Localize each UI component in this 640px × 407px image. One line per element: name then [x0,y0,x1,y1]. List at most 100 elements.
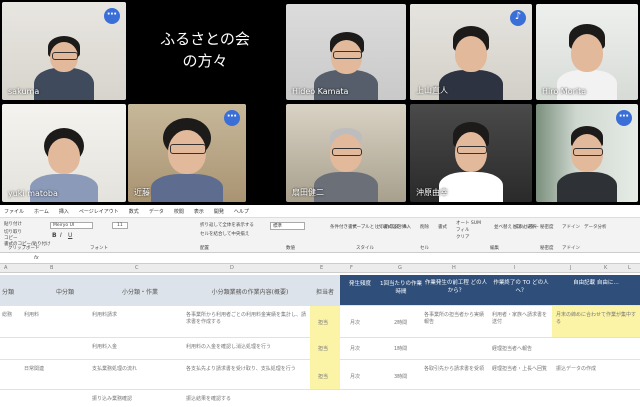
menu-help[interactable]: ヘルプ [234,208,249,215]
menu-view[interactable]: 表示 [194,208,204,215]
header-cell[interactable]: 作業終了の TO どの人へ？ [492,278,550,294]
cell-free[interactable]: 振込データの作成 [556,365,636,372]
menu-insert[interactable]: 挿入 [59,208,69,215]
menu-page-layout[interactable]: ページレイアウト [79,208,119,215]
video-tile-sakuma[interactable]: ⋯ sakuma [2,2,126,100]
menu-review[interactable]: 校閲 [174,208,184,215]
mic-active-icon[interactable]: ♪ [510,10,526,26]
header-cell[interactable]: 小分類・作業 [100,287,180,296]
autosum-button[interactable]: オート SUM [456,220,481,226]
function-icon[interactable]: fx [34,255,39,261]
excel-menu-bar: ファイル ホーム 挿入 ページレイアウト 数式 データ 校閲 表示 開発 ヘルプ [0,205,640,218]
video-tile-ogita[interactable]: 扇田健二 [286,104,406,202]
participant-name: 近藤 [134,188,150,197]
cell-frequency[interactable]: 月次 [350,345,360,352]
column-header[interactable]: A [4,265,7,271]
cell-description[interactable]: 振込結果を確認する [186,395,231,402]
header-cell[interactable]: 分類 [0,287,16,296]
menu-developer[interactable]: 開発 [214,208,224,215]
video-tile-yuki-matoba[interactable]: yuki matoba [2,104,126,202]
cell-before[interactable]: 各取引先から請求書を受領 [424,365,488,372]
video-tile-kamiyama[interactable]: ♪ 上山直人 [410,4,532,100]
column-header[interactable]: D [230,265,234,271]
delete-cells-button[interactable]: 削除 [420,224,429,230]
video-tile-hideo-kamata[interactable]: Hideo Kamata [286,4,406,100]
cell-after[interactable]: 利用者・家族へ請求書を送付 [492,311,550,325]
clear-button[interactable]: クリア [456,234,470,240]
more-options-icon[interactable]: ⋯ [104,8,120,24]
column-header[interactable]: B [50,265,53,271]
cell-description[interactable]: 各事業所から利用者ごとの利用料金実績を集計し、請求書を作成する [186,311,306,325]
more-options-icon[interactable]: ⋯ [224,110,240,126]
header-cell[interactable]: 小分類業務の作業内容(概要) [190,287,310,296]
column-header[interactable]: I [514,265,515,271]
cell-task[interactable]: 支払業務処理の流れ [92,365,137,372]
number-format-select[interactable]: 標準 [270,222,305,230]
cell-task[interactable]: 利用料請求 [92,311,117,318]
cell-time[interactable]: 3時間 [394,373,407,380]
column-header[interactable]: E [320,265,323,271]
menu-file[interactable]: ファイル [4,208,24,215]
cell-subcategory[interactable]: 利用料 [24,311,39,318]
font-size-select[interactable]: 11 [112,222,128,229]
column-header[interactable]: H [452,265,456,271]
cell-description[interactable]: 各支払先より請求書を受け取り、支払処理を行う [186,365,306,372]
column-header[interactable]: C [135,265,139,271]
fill-button[interactable]: フィル [456,227,469,233]
column-header[interactable]: J [570,265,571,271]
menu-formulas[interactable]: 数式 [129,208,139,215]
header-cell[interactable]: 発生頻度 [340,279,380,287]
participant-name: sakuma [8,87,40,96]
column-header[interactable]: F [350,265,353,271]
cell-assignee[interactable]: 担当 [318,345,328,352]
cell-frequency[interactable]: 月次 [350,319,360,326]
cell-after[interactable]: 経理担当者・上長へ回覧 [492,365,550,372]
menu-home[interactable]: ホーム [34,208,49,215]
add-ins-button[interactable]: アドイン [562,224,580,230]
cell-frequency[interactable]: 月次 [350,373,360,380]
cell-task[interactable]: 振り込み業務確認 [92,395,132,402]
cell-assignee[interactable]: 担当 [318,319,328,326]
cell-before[interactable]: 各事業所の担当者から実績報告 [424,311,488,325]
ribbon-group-font: フォント [90,246,108,251]
column-header[interactable]: G [398,265,402,271]
header-cell[interactable]: 担当者 [310,287,340,296]
participant-name: 上山直人 [416,86,448,95]
menu-data[interactable]: データ [149,208,164,215]
cell-after[interactable]: 経理担当者へ報告 [492,345,532,352]
column-header[interactable]: L [628,265,631,271]
formula-bar[interactable]: fx [0,253,640,264]
overlay-title-line-1: ふるさとの会 [160,30,250,48]
cell-task[interactable]: 利用料入金 [92,343,117,350]
header-cell[interactable]: 1回当たりの作業時間 [380,279,422,295]
video-tile-hiro-morita[interactable]: Hiro Morita [536,4,638,100]
video-tile-kondo[interactable]: ⋯ 近藤 [128,104,246,202]
cell-time[interactable]: 2時間 [394,319,407,326]
data-analysis-button[interactable]: データ分析 [584,224,607,230]
bold-button[interactable]: B [52,232,57,239]
more-options-icon[interactable]: ⋯ [616,110,632,126]
header-cell[interactable]: 自由記載 自由に… [556,278,636,286]
video-tile-participant-9[interactable]: ⋯ [536,104,638,202]
header-cell[interactable]: 作業発生の前工程 どの人から？ [424,278,488,294]
wrap-text-button[interactable]: 折り返して全体を表示する [200,222,254,228]
cell-description[interactable]: 利用料の入金を確認し消込処理を行う [186,343,306,350]
column-header[interactable]: K [604,265,607,271]
sensitivity-button[interactable]: 秘密度 [540,224,554,230]
font-name-select[interactable]: Meiryo UI [50,222,94,229]
insert-cells-button[interactable]: 挿入 [402,224,411,230]
cell-assignee[interactable]: 担当 [318,373,328,380]
underline-button[interactable]: U [68,232,72,239]
cell-subcategory[interactable]: 日常関連 [24,365,44,372]
cell-free[interactable]: 月末の締めに合わせて作業が集中する [556,311,636,325]
cell-category[interactable]: 総務 [2,311,12,318]
format-cells-button[interactable]: 書式 [438,224,447,230]
overlay-title-line-2: の方々 [182,52,228,70]
cell-time[interactable]: 1時間 [394,345,407,352]
paste-button[interactable]: 貼り付け [4,221,22,227]
header-cell[interactable]: 中分類 [40,287,90,296]
merge-center-button[interactable]: セルを結合して中央揃え [200,231,249,237]
find-select-button[interactable]: 検索と選択 [514,224,537,230]
video-tile-okihara[interactable]: 沖原由幸 [410,104,532,202]
italic-button[interactable]: I [60,232,62,239]
